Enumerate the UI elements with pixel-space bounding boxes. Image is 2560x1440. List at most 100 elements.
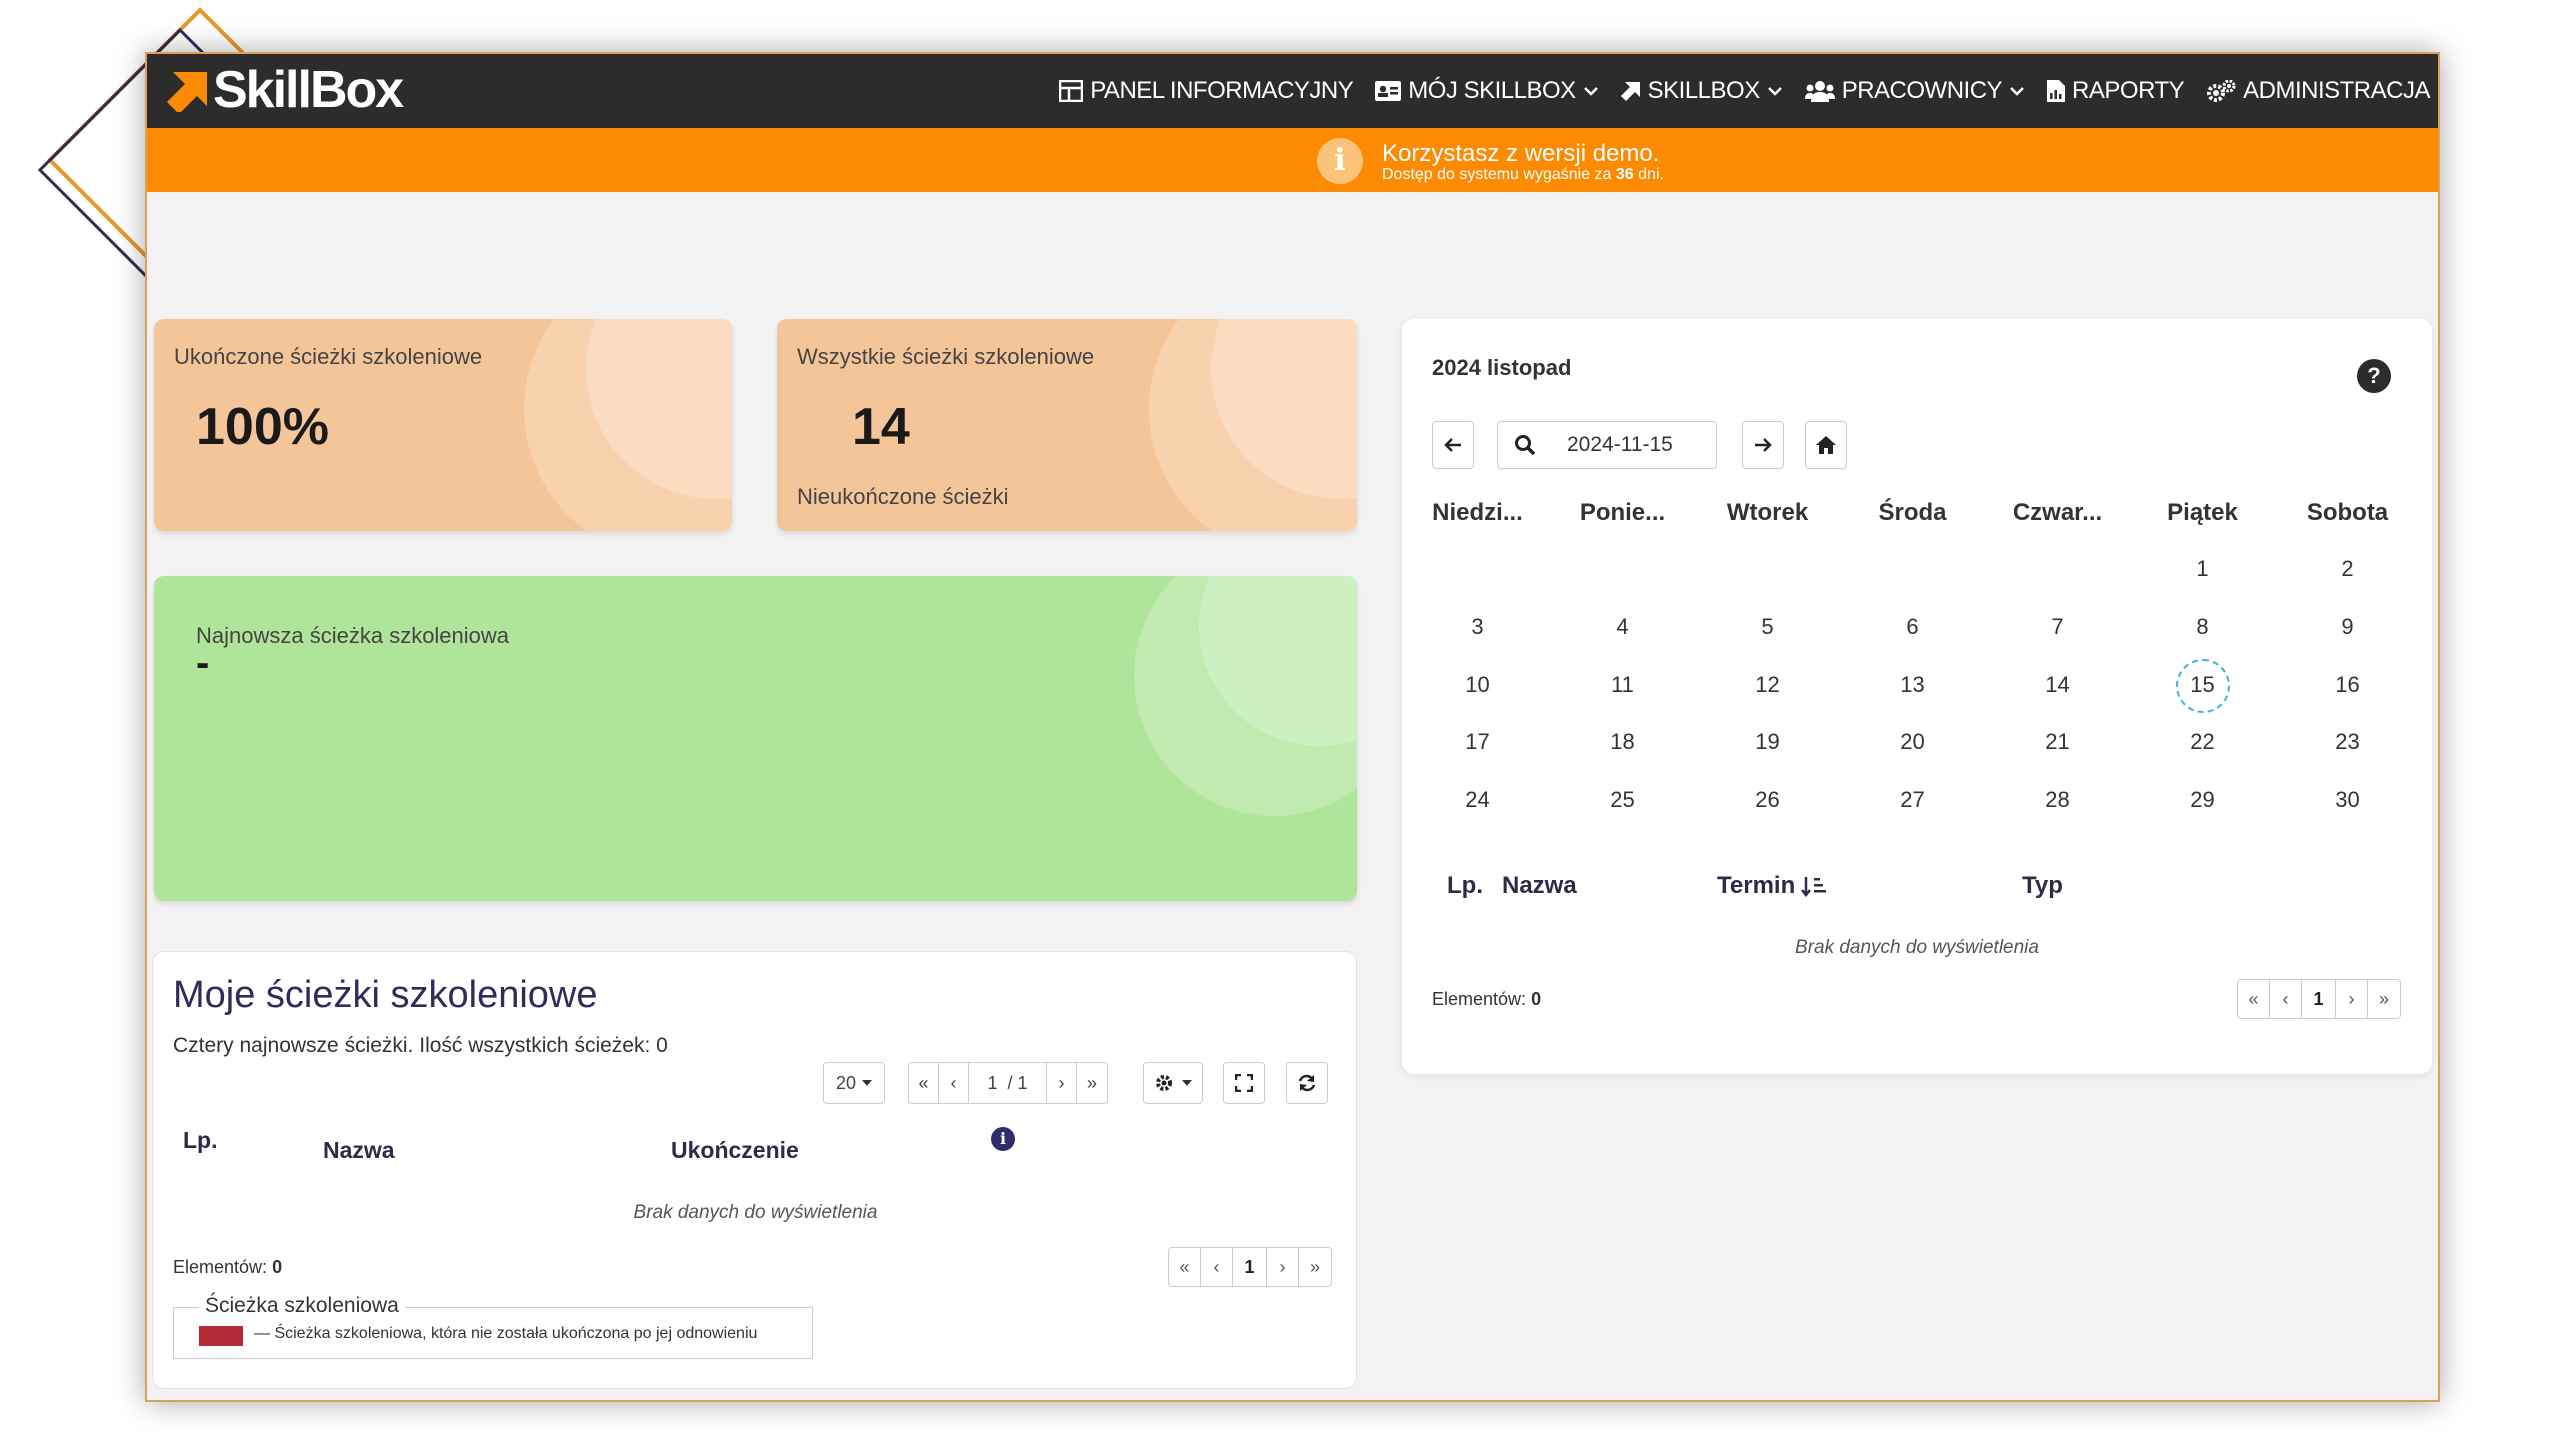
count-label: Elementów: <box>173 1257 268 1277</box>
legend-box: Ścieżka szkoleniowa — Ścieżka szkoleniow… <box>173 1294 813 1359</box>
legend-title: Ścieżka szkoleniowa <box>199 1294 405 1318</box>
page-total: / 1 <box>1007 1072 1028 1093</box>
banner-main-text: Korzystasz z wersji demo. <box>1382 140 1660 167</box>
pager-current-page[interactable]: 1 <box>1233 1248 1267 1286</box>
logo-text: SkillBox <box>213 61 404 119</box>
pager-next-button[interactable]: › <box>1267 1248 1299 1286</box>
refresh-button[interactable] <box>1286 1062 1328 1104</box>
arrow-icon <box>1620 82 1640 101</box>
my-paths-pagination: « ‹ 1 / 1 › » <box>908 1062 1108 1104</box>
calendar-day[interactable]: 1 <box>2130 556 2275 582</box>
cal-th-term[interactable]: Termin <box>1717 872 1827 900</box>
page-current: 1 <box>987 1072 998 1093</box>
calendar-day[interactable]: 6 <box>1840 614 1985 640</box>
calendar-day[interactable]: 17 <box>1405 729 1550 755</box>
calendar-day[interactable]: 18 <box>1550 729 1695 755</box>
count-value: 0 <box>272 1257 283 1277</box>
calendar-count: Elementów: 0 <box>1432 989 1541 1010</box>
paths-pager: « ‹ 1 › » <box>1168 1247 1332 1287</box>
id-card-icon <box>1375 81 1402 101</box>
calendar-day[interactable]: 19 <box>1695 729 1840 755</box>
my-paths-card: Moje ścieżki szkoleniowe Cztery najnowsz… <box>152 951 1357 1389</box>
pager-last-button[interactable]: » <box>2368 980 2400 1018</box>
calendar-day[interactable]: 27 <box>1840 787 1985 813</box>
calendar-day[interactable]: 20 <box>1840 729 1985 755</box>
settings-dropdown-button[interactable] <box>1143 1062 1203 1104</box>
page-last-button[interactable]: » <box>1077 1063 1107 1103</box>
today-button[interactable] <box>1805 421 1847 469</box>
caret-down-icon <box>1182 1080 1192 1086</box>
calendar-day[interactable]: 10 <box>1405 672 1550 698</box>
page-size-value: 20 <box>835 1072 857 1093</box>
calendar-day[interactable]: 16 <box>2275 672 2420 698</box>
unfinished-paths-label: Nieukończone ścieżki <box>797 484 1009 509</box>
calendar-day[interactable]: 12 <box>1695 672 1840 698</box>
calendar-day[interactable]: 26 <box>1695 787 1840 813</box>
completion-info-icon[interactable]: i <box>991 1127 1015 1151</box>
paths-no-data: Brak danych do wyświetlenia <box>633 1202 878 1223</box>
banner-sub-prefix: Dostęp do systemu wygaśnie za <box>1382 166 1612 183</box>
completed-paths-value: 100% <box>196 398 329 456</box>
pager-first-button[interactable]: « <box>1169 1248 1201 1286</box>
calendar-day[interactable]: 21 <box>1985 729 2130 755</box>
date-input[interactable]: 2024-11-15 <box>1552 421 1717 469</box>
calendar-day[interactable]: 7 <box>1985 614 2130 640</box>
paths-th-name: Nazwa <box>323 1137 395 1163</box>
calendar-day[interactable]: 8 <box>2130 614 2275 640</box>
my-paths-title: Moje ścieżki szkoleniowe <box>173 974 598 1016</box>
calendar-day[interactable]: 3 <box>1405 614 1550 640</box>
calendar-day[interactable]: 13 <box>1840 672 1985 698</box>
pager-first-button[interactable]: « <box>2238 980 2270 1018</box>
calendar-day[interactable]: 28 <box>1985 787 2130 813</box>
calendar-day[interactable]: 5 <box>1695 614 1840 640</box>
page-size-select[interactable]: 20 <box>823 1062 885 1104</box>
date-search-button[interactable] <box>1497 421 1553 469</box>
demo-banner: i Korzystasz z wersji demo. Dostęp do sy… <box>147 128 2438 192</box>
calendar-day[interactable]: 2 <box>2275 556 2420 582</box>
calendar-day[interactable]: 30 <box>2275 787 2420 813</box>
newest-path-value: - <box>196 641 210 685</box>
calendar-day[interactable]: 11 <box>1550 672 1695 698</box>
nav-panel-informacyjny[interactable]: PANEL INFORMACYJNY <box>1059 77 1354 105</box>
chevron-down-icon <box>2010 87 2024 96</box>
nav-label: SKILLBOX <box>1647 77 1761 104</box>
calendar-day[interactable]: 24 <box>1405 787 1550 813</box>
pager-prev-button[interactable]: ‹ <box>2270 980 2302 1018</box>
prev-month-button[interactable] <box>1432 421 1474 469</box>
arrow-right-icon <box>1755 438 1772 452</box>
next-month-button[interactable] <box>1742 421 1784 469</box>
pager-current-page[interactable]: 1 <box>2302 980 2336 1018</box>
cal-th-type: Typ <box>2022 872 2063 899</box>
pager-prev-button[interactable]: ‹ <box>1201 1248 1233 1286</box>
sort-icon <box>1801 877 1827 897</box>
report-icon <box>2047 80 2066 102</box>
weekday-header: Piątek <box>2167 499 2238 526</box>
nav-administracja[interactable]: ADMINISTRACJA <box>2206 77 2430 105</box>
help-icon[interactable]: ? <box>2357 359 2391 393</box>
pager-last-button[interactable]: » <box>1299 1248 1331 1286</box>
calendar-day[interactable]: 14 <box>1985 672 2130 698</box>
nav-pracownicy[interactable]: PRACOWNICY <box>1804 77 2025 105</box>
calendar-day[interactable]: 25 <box>1550 787 1695 813</box>
page-first-button[interactable]: « <box>909 1063 939 1103</box>
pager-next-button[interactable]: › <box>2336 980 2368 1018</box>
calendar-day[interactable]: 22 <box>2130 729 2275 755</box>
completed-paths-label: Ukończone ścieżki szkoleniowe <box>174 344 483 369</box>
page-indicator[interactable]: 1 / 1 <box>969 1063 1047 1103</box>
cal-th-lp: Lp. <box>1447 872 1483 899</box>
calendar-day[interactable]: 9 <box>2275 614 2420 640</box>
calendar-day[interactable]: 23 <box>2275 729 2420 755</box>
nav-raporty[interactable]: RAPORTY <box>2047 77 2185 105</box>
calendar-day[interactable]: 4 <box>1550 614 1695 640</box>
nav-skillbox[interactable]: SKILLBOX <box>1620 77 1783 105</box>
page-prev-button[interactable]: ‹ <box>939 1063 969 1103</box>
nav-moj-skillbox[interactable]: MÓJ SKILLBOX <box>1375 77 1598 105</box>
calendar-day[interactable]: 15 <box>2130 672 2275 698</box>
caret-down-icon <box>862 1080 873 1086</box>
calendar-no-data: Brak danych do wyświetlenia <box>1795 937 2039 958</box>
fullscreen-button[interactable] <box>1223 1062 1265 1104</box>
skillbox-logo[interactable]: SkillBox <box>167 60 404 120</box>
calendar-card: 2024 listopad ? 2024-11-15 Niedzi... Poni… <box>1402 319 2432 1074</box>
page-next-button[interactable]: › <box>1047 1063 1077 1103</box>
calendar-day[interactable]: 29 <box>2130 787 2275 813</box>
